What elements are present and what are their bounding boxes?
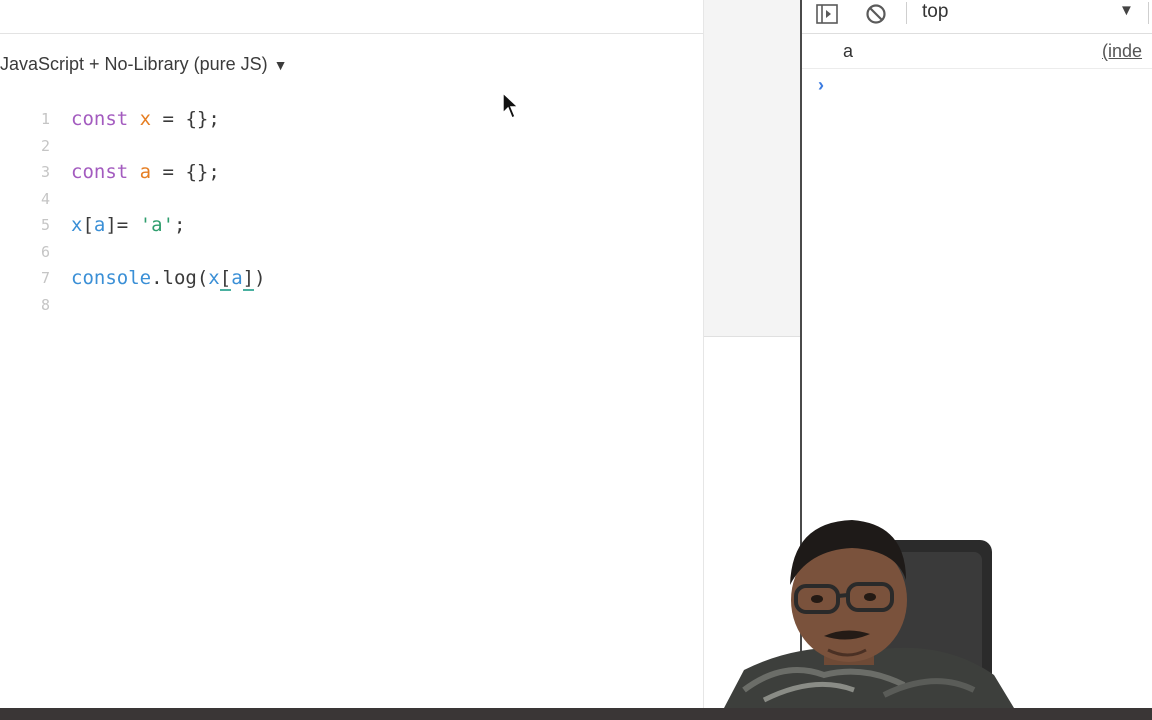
line-number: 2: [40, 136, 50, 155]
code-token: a: [139, 161, 152, 183]
code-token: const: [71, 108, 129, 130]
context-select[interactable]: top: [922, 0, 948, 24]
mouse-cursor-icon: [502, 91, 520, 120]
code-text: console.log(x[a]): [71, 265, 266, 292]
code-token: [: [219, 267, 232, 291]
line-number: 7: [40, 269, 50, 287]
code-line[interactable]: 2: [0, 133, 703, 160]
code-token: ]: [242, 267, 255, 291]
code-token: {};: [185, 161, 220, 183]
line-number: 5: [40, 216, 50, 234]
code-line[interactable]: 6: [0, 239, 703, 266]
code-token: console: [71, 267, 152, 289]
sidebar-toggle-icon[interactable]: [814, 2, 840, 28]
code-token: =: [151, 108, 186, 130]
language-select-label: JavaScript + No-Library (pure JS): [0, 54, 268, 74]
code-line[interactable]: 5 x[a]= 'a';: [0, 212, 703, 239]
code-editor[interactable]: 1 const x = {}; 2 3 const a = {}; 4 5 x[a]= 'a'…: [0, 106, 703, 318]
editor-panel: JavaScript + No-Library (pure JS) ▼ 1 cons…: [0, 0, 703, 708]
code-line[interactable]: 7 console.log(x[a]): [0, 265, 703, 292]
code-text: x[a]= 'a';: [71, 212, 185, 239]
code-text: const a = {};: [71, 159, 220, 186]
line-number: 6: [40, 242, 50, 261]
toolbar-divider: [906, 2, 907, 24]
dropdown-caret-icon[interactable]: ▼: [1119, 0, 1134, 22]
console-toolbar: top ▼: [802, 0, 1152, 34]
code-text: const x = {};: [71, 106, 220, 133]
code-token: ;: [174, 214, 186, 236]
language-select[interactable]: JavaScript + No-Library (pure JS) ▼: [0, 54, 287, 76]
line-number: 1: [40, 110, 50, 128]
console-log-message: a: [843, 41, 854, 61]
line-number: 4: [40, 189, 50, 208]
code-token: a: [231, 267, 243, 289]
code-token: {};: [185, 108, 220, 130]
code-token: =: [151, 161, 186, 183]
code-token: [: [82, 214, 94, 236]
code-line[interactable]: 8: [0, 292, 703, 319]
code-token: 'a': [139, 214, 175, 236]
line-number: 8: [40, 295, 50, 314]
code-token: ): [254, 267, 266, 289]
code-line[interactable]: 4: [0, 186, 703, 213]
code-token: x: [208, 267, 220, 289]
code-token: x: [139, 108, 152, 130]
code-line[interactable]: 1 const x = {};: [0, 106, 703, 133]
editor-toolbar: [0, 0, 703, 34]
code-token: ]=: [105, 214, 140, 236]
console-log-row: a (inde: [802, 37, 1152, 69]
code-token: x: [71, 214, 83, 236]
line-number: 3: [40, 163, 50, 181]
console-prompt[interactable]: ›: [818, 75, 824, 96]
console-log-source-link[interactable]: (inde: [1102, 41, 1142, 62]
code-token: a: [93, 214, 106, 236]
bottom-bar: [0, 708, 1152, 720]
code-token: .log(: [151, 267, 209, 289]
code-line[interactable]: 3 const a = {};: [0, 159, 703, 186]
clear-console-icon[interactable]: [863, 2, 889, 28]
code-token: const: [71, 161, 129, 183]
webcam-overlay: [724, 500, 1024, 708]
chevron-down-icon: ▼: [273, 57, 288, 73]
toolbar-divider: [1148, 2, 1149, 24]
